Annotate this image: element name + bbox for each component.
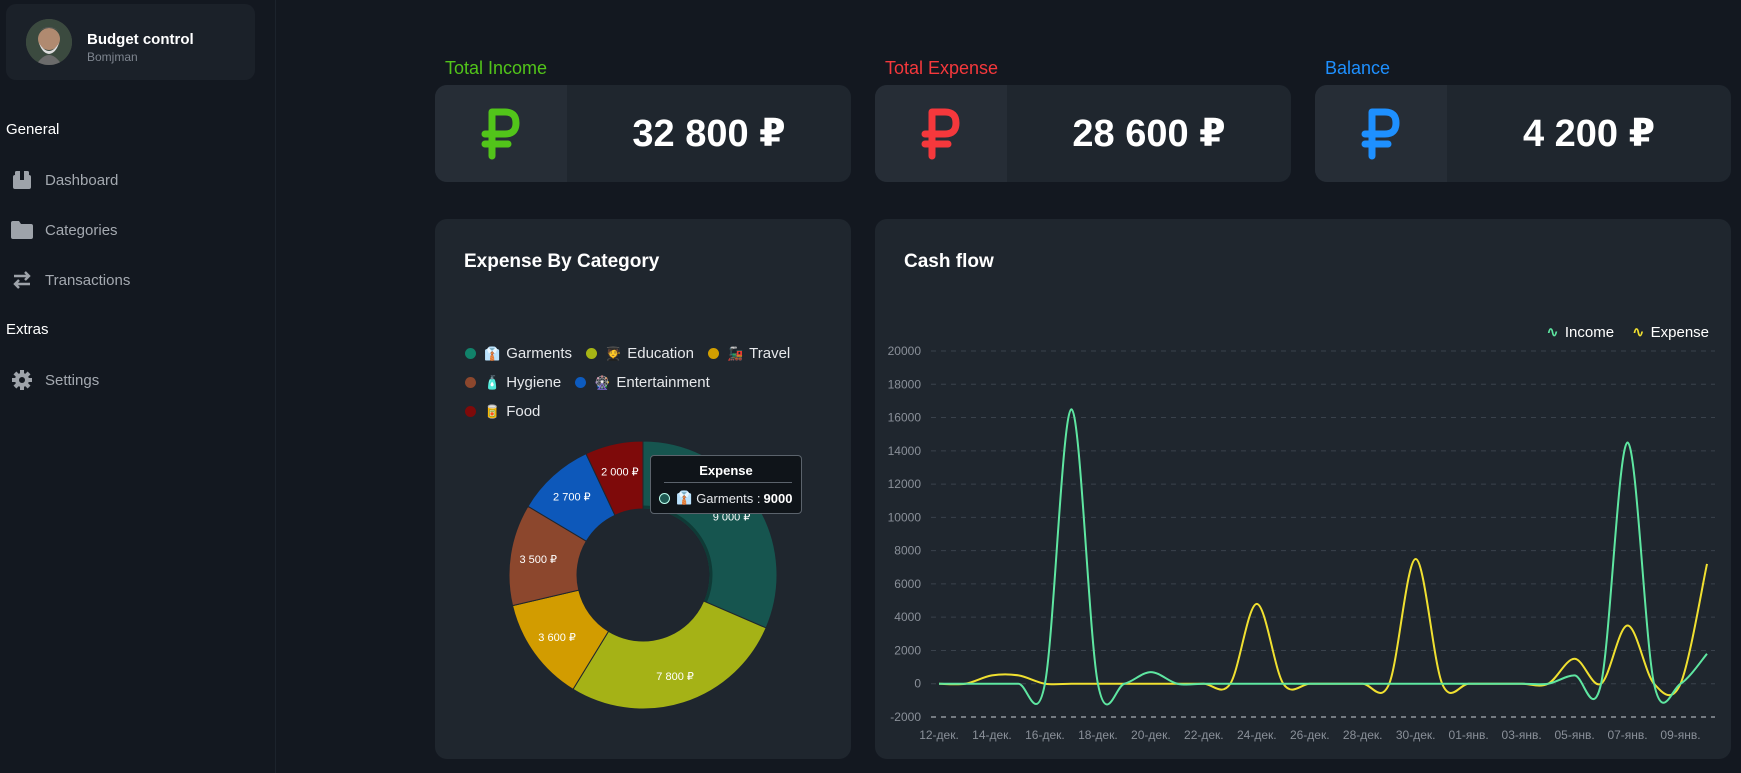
chart-tooltip: Expense 👔 Garments : 9000 [650, 455, 802, 514]
sidebar-item-label: Categories [45, 221, 118, 239]
pie-slice-label: 7 800 ₽ [656, 671, 694, 683]
tooltip-divider [664, 482, 792, 483]
ruble-icon [1315, 85, 1447, 182]
x-tick-label: 22-дек. [1184, 728, 1224, 742]
y-tick-label: 16000 [888, 411, 922, 425]
pie-slice-label: 3 500 ₽ [519, 554, 557, 566]
user-name: Bomjman [87, 50, 138, 64]
y-tick-label: 2000 [894, 643, 921, 657]
x-tick-label: 26-дек. [1290, 728, 1330, 742]
sidebar-item-transactions[interactable]: Transactions [10, 262, 250, 298]
x-tick-label: 05-янв. [1554, 728, 1594, 742]
balance-label: Balance [1325, 58, 1391, 78]
sidebar-item-dashboard[interactable]: Dashboard [10, 162, 250, 198]
y-tick-label: 6000 [894, 577, 921, 591]
x-tick-label: 24-дек. [1237, 728, 1277, 742]
sidebar-item-label: Dashboard [45, 171, 119, 189]
tooltip-value: 9000 [763, 490, 793, 506]
income-label: Total Income [445, 58, 548, 78]
tooltip-swatch [659, 492, 670, 504]
cashflow-panel: Cash flow ∿ Income ∿ Expense -2000 0 2000 4… [875, 219, 1731, 759]
expense-label: Total Expense [885, 58, 999, 78]
avatar [26, 19, 72, 65]
x-tick-label: 07-янв. [1607, 728, 1647, 742]
y-tick-label: 10000 [888, 510, 922, 524]
x-tick-label: 16-дек. [1025, 728, 1065, 742]
sidebar-item-label: Settings [45, 371, 100, 389]
x-tick-label: 30-дек. [1396, 728, 1436, 742]
expense-category-panel: Expense By Category 👔 Garments 🧑‍🎓 Educa… [435, 219, 851, 759]
sidebar: Budget control Bomjman General Dashboard… [0, 0, 276, 773]
x-tick-label: 20-дек. [1131, 728, 1171, 742]
y-tick-label: 4000 [894, 610, 921, 624]
x-tick-label: 14-дек. [972, 728, 1012, 742]
gear-icon [10, 368, 34, 392]
box-icon [10, 168, 34, 192]
x-tick-label: 01-янв. [1449, 728, 1489, 742]
pie-slice-label: 3 600 ₽ [538, 632, 576, 644]
tooltip-row: 👔 Garments : 9000 [659, 490, 792, 506]
x-tick-label: 28-дек. [1343, 728, 1383, 742]
ruble-icon [875, 85, 1007, 182]
balance-value: 4 200 ₽ [1522, 113, 1656, 155]
arrows-icon [10, 268, 34, 292]
ruble-icon [435, 85, 567, 182]
x-tick-label: 18-дек. [1078, 728, 1118, 742]
sidebar-item-settings[interactable]: Settings [10, 362, 250, 398]
y-tick-label: 12000 [888, 477, 922, 491]
tooltip-colon: : [753, 490, 761, 506]
tooltip-label: Garments [696, 490, 754, 506]
balance-card: 4 200 ₽ [1315, 85, 1731, 182]
pie-slice-education[interactable] [572, 600, 767, 710]
y-tick-label: 14000 [888, 444, 922, 458]
sidebar-item-categories[interactable]: Categories [10, 212, 250, 248]
income-value: 32 800 ₽ [632, 113, 786, 155]
tooltip-title: Expense [699, 463, 753, 478]
section-general: General [6, 121, 60, 138]
x-tick-label: 12-дек. [919, 728, 959, 742]
pie-slice-label: 2 000 ₽ [601, 467, 639, 479]
line-chart[interactable]: -2000 0 2000 4000 6000 8000 10000 12000 14000 160… [875, 219, 1731, 759]
y-tick-label: 20000 [888, 344, 922, 358]
y-tick-label: 8000 [894, 544, 921, 558]
section-extras: Extras [6, 321, 49, 338]
expense-value: 28 600 ₽ [1072, 113, 1226, 155]
y-tick-label: -2000 [890, 710, 921, 724]
y-tick-label: 0 [914, 677, 921, 691]
pie-slice-label: 2 700 ₽ [553, 491, 591, 503]
tooltip-emoji: 👔 [676, 490, 693, 505]
app-name: Budget control [87, 31, 194, 48]
sidebar-item-label: Transactions [45, 271, 131, 289]
series-line-income[interactable] [939, 408, 1708, 706]
profile-card[interactable]: Budget control Bomjman [6, 4, 255, 80]
folder-icon [10, 218, 34, 242]
income-card: 32 800 ₽ [435, 85, 851, 182]
x-tick-label: 03-янв. [1502, 728, 1542, 742]
y-tick-label: 18000 [888, 377, 922, 391]
x-tick-label: 09-янв. [1660, 728, 1700, 742]
expense-card: 28 600 ₽ [875, 85, 1291, 182]
